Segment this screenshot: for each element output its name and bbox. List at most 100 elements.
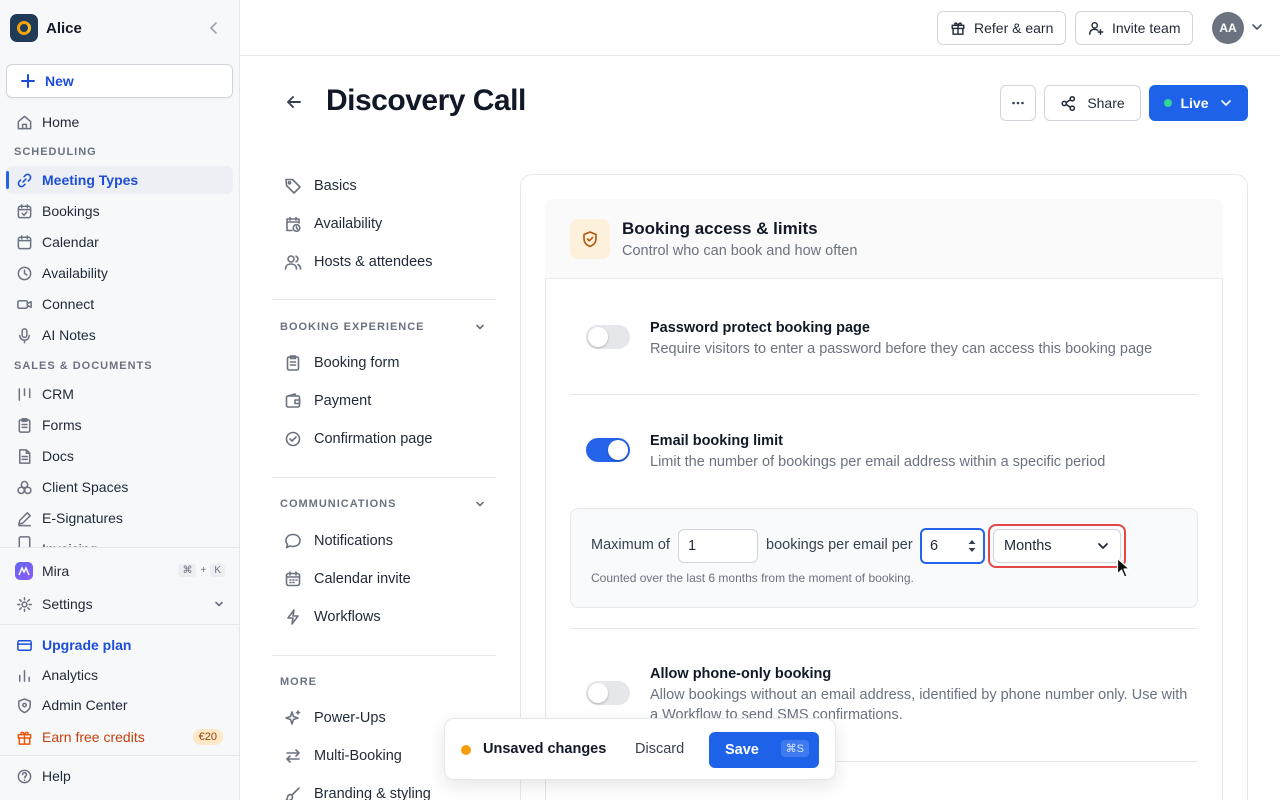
chevron-down-icon (476, 324, 484, 330)
clock-icon (14, 265, 34, 282)
communications-header[interactable]: COMMUNICATIONS (280, 498, 486, 510)
sidebar-item-availability[interactable]: Availability (6, 259, 233, 287)
gear-icon (14, 596, 34, 613)
subnav-availability[interactable]: Availability (284, 212, 382, 236)
sidebar-item-forms[interactable]: Forms (6, 411, 233, 439)
sidebar-item-label: Mira (42, 563, 70, 579)
new-button[interactable]: New (6, 64, 233, 98)
save-button[interactable]: Save ⌘S (709, 732, 819, 768)
lightning-icon (284, 608, 302, 626)
sidebar-item-invoicing[interactable]: Invoicing (6, 535, 233, 547)
sidebar-item-label: Admin Center (42, 697, 128, 713)
subnav-divider (272, 477, 496, 478)
calendar-icon (14, 234, 34, 251)
sidebar-item-help[interactable]: Help (6, 762, 233, 790)
subnav-basics[interactable]: Basics (284, 174, 357, 198)
period-count-input[interactable]: 6 (920, 528, 985, 564)
max-bookings-input[interactable]: 1 (678, 529, 758, 563)
document-icon (14, 448, 34, 465)
gift-icon (951, 22, 965, 35)
refer-earn-button[interactable]: Refer & earn (937, 11, 1067, 45)
stepper-arrows-icon[interactable] (967, 537, 977, 555)
collapse-sidebar-icon[interactable] (206, 20, 222, 36)
credits-badge: €20 (192, 729, 223, 745)
home-icon (14, 114, 34, 131)
subnav-divider (272, 299, 496, 300)
sidebar-item-label: Settings (42, 596, 93, 612)
sidebar-item-connect[interactable]: Connect (6, 290, 233, 318)
sidebar-item-label: Availability (42, 265, 108, 281)
sidebar-item-admin-center[interactable]: Admin Center (6, 691, 233, 719)
discard-button[interactable]: Discard (635, 741, 684, 757)
share-button[interactable]: Share (1044, 85, 1141, 121)
subnav-workflows[interactable]: Workflows (284, 605, 381, 629)
subnav-confirmation-page[interactable]: Confirmation page (284, 427, 433, 451)
chevron-down-icon[interactable] (1250, 20, 1264, 34)
unsaved-text: Unsaved changes (483, 741, 607, 757)
live-status-button[interactable]: Live (1149, 85, 1248, 121)
sidebar-item-label: Invoicing (42, 535, 97, 547)
unsaved-indicator-dot (461, 745, 471, 755)
sidebar-item-calendar[interactable]: Calendar (6, 228, 233, 256)
limit-note: Counted over the last 6 months from the … (591, 571, 914, 585)
booking-experience-header[interactable]: BOOKING EXPERIENCE (280, 321, 486, 333)
sidebar-item-label: Connect (42, 296, 95, 312)
subnav-payment[interactable]: Payment (284, 389, 371, 413)
password-protect-toggle[interactable] (586, 325, 630, 349)
phone-only-title: Allow phone-only booking (650, 666, 832, 682)
sidebar-item-label: Earn free credits (42, 729, 145, 745)
phone-only-toggle[interactable] (586, 681, 630, 705)
sidebar-item-earn-credits[interactable]: Earn free credits €20 (6, 723, 233, 751)
sidebar-item-docs[interactable]: Docs (6, 442, 233, 470)
subnav-label: Multi-Booking (314, 748, 402, 764)
clipboard-icon (14, 417, 34, 434)
sidebar-item-client-spaces[interactable]: Client Spaces (6, 473, 233, 501)
more-options-button[interactable] (1000, 85, 1036, 121)
sidebar-item-label: AI Notes (42, 327, 96, 343)
subnav-calendar-invite[interactable]: Calendar invite (284, 567, 411, 591)
share-label: Share (1087, 95, 1125, 111)
subnav-label: Notifications (314, 533, 393, 549)
unsaved-changes-bar: Unsaved changes Discard Save ⌘S (444, 718, 836, 780)
section-title: Booking access & limits (622, 219, 818, 238)
subnav-label: Booking form (314, 355, 400, 371)
video-icon (14, 296, 34, 313)
subnav-multi-booking[interactable]: Multi-Booking (284, 744, 402, 768)
sidebar-item-settings[interactable]: Settings (6, 590, 233, 618)
sidebar-item-bookings[interactable]: Bookings (6, 197, 233, 225)
email-limit-toggle[interactable] (586, 438, 630, 462)
avatar[interactable]: AA (1212, 12, 1244, 44)
circles-icon (14, 479, 34, 496)
sidebar-item-e-signatures[interactable]: E-Signatures (6, 504, 233, 532)
sidebar-item-crm[interactable]: CRM (6, 380, 233, 408)
sidebar-item-home[interactable]: Home (6, 108, 233, 136)
sidebar-item-ai-notes[interactable]: AI Notes (6, 321, 233, 349)
sidebar-item-label: Calendar (42, 234, 99, 250)
back-arrow-icon[interactable] (284, 92, 304, 112)
sidebar-item-analytics[interactable]: Analytics (6, 661, 233, 689)
subnav-notifications[interactable]: Notifications (284, 529, 393, 553)
credit-card-icon (14, 637, 34, 654)
sidebar-item-upgrade-plan[interactable]: Upgrade plan (6, 631, 233, 659)
chat-bubble-icon (284, 532, 302, 550)
subnav-label: Payment (314, 393, 372, 409)
subnav-power-ups[interactable]: Power-Ups (284, 706, 386, 730)
sidebar-item-label: E-Signatures (42, 510, 123, 526)
sidebar-divider (0, 547, 239, 548)
chevron-down-icon (1098, 543, 1108, 549)
sidebar-item-meeting-types[interactable]: Meeting Types (6, 166, 233, 194)
check-circle-icon (284, 430, 302, 448)
sidebar-item-mira[interactable]: Mira ⌘ + K (6, 557, 233, 585)
brush-icon (284, 785, 302, 800)
sidebar-item-label: Upgrade plan (42, 637, 132, 653)
period-unit-select[interactable]: Months (993, 529, 1121, 563)
subnav-hosts-attendees[interactable]: Hosts & attendees (284, 250, 433, 274)
link-icon (14, 172, 34, 189)
invoice-icon (14, 535, 34, 547)
invite-team-button[interactable]: Invite team (1075, 11, 1194, 45)
subnav-branding-styling[interactable]: Branding & styling (284, 782, 431, 800)
sidebar-item-label: Client Spaces (42, 479, 129, 495)
subnav-booking-form[interactable]: Booking form (284, 351, 399, 375)
max-bookings-value: 1 (688, 538, 697, 554)
workspace-switcher[interactable]: Alice (10, 14, 230, 42)
